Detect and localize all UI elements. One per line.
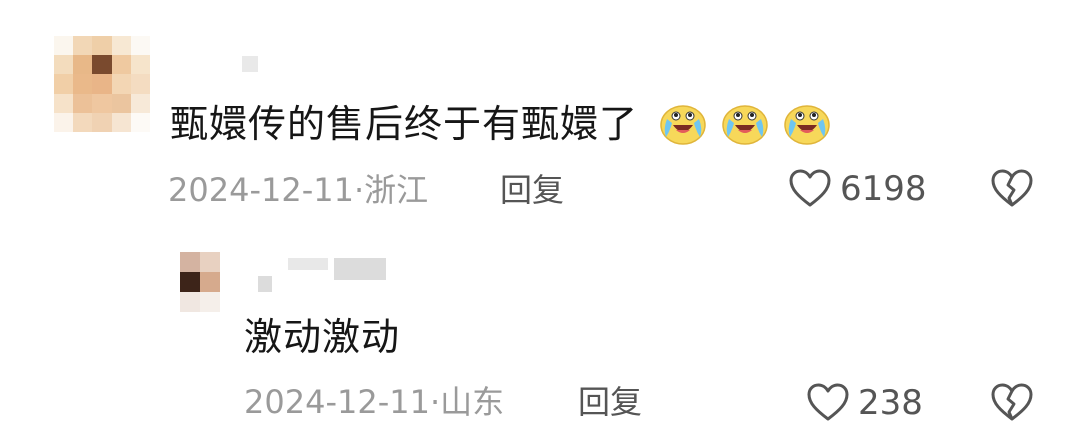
- heart-outline-icon: [807, 383, 849, 421]
- reply-button[interactable]: 回复: [500, 174, 564, 206]
- comment-date: 2024-12-11: [244, 383, 430, 421]
- like-count: 238: [858, 383, 923, 423]
- user-avatar[interactable]: [54, 36, 150, 132]
- heart-outline-icon: [789, 169, 831, 207]
- like-count: 6198: [840, 169, 927, 209]
- crying-laughing-emoji: [660, 105, 706, 145]
- comment-text: 激动激动: [244, 315, 401, 359]
- meta-separator: ·: [353, 171, 365, 209]
- username-blurred[interactable]: [258, 258, 388, 296]
- comment-location: 山东: [440, 383, 505, 421]
- like-button[interactable]: 6198: [788, 166, 938, 212]
- comment-location: 浙江: [364, 171, 429, 209]
- comment-meta: 2024-12-11·浙江: [168, 174, 428, 206]
- meta-separator: ·: [429, 383, 441, 421]
- broken-heart-icon[interactable]: [990, 168, 1034, 208]
- comment-date: 2024-12-11: [168, 171, 354, 209]
- comment-meta: 2024-12-11·山东: [244, 386, 504, 418]
- crying-laughing-emoji: [722, 105, 768, 145]
- user-avatar[interactable]: [180, 252, 220, 312]
- crying-laughing-emoji: [784, 105, 830, 145]
- username-blurred[interactable]: [242, 56, 258, 72]
- reply-button[interactable]: 回复: [578, 386, 642, 418]
- comment-text: 甄嬛传的售后终于有甄嬛了: [170, 102, 639, 146]
- broken-heart-icon[interactable]: [990, 382, 1034, 422]
- like-button[interactable]: 238: [806, 380, 936, 426]
